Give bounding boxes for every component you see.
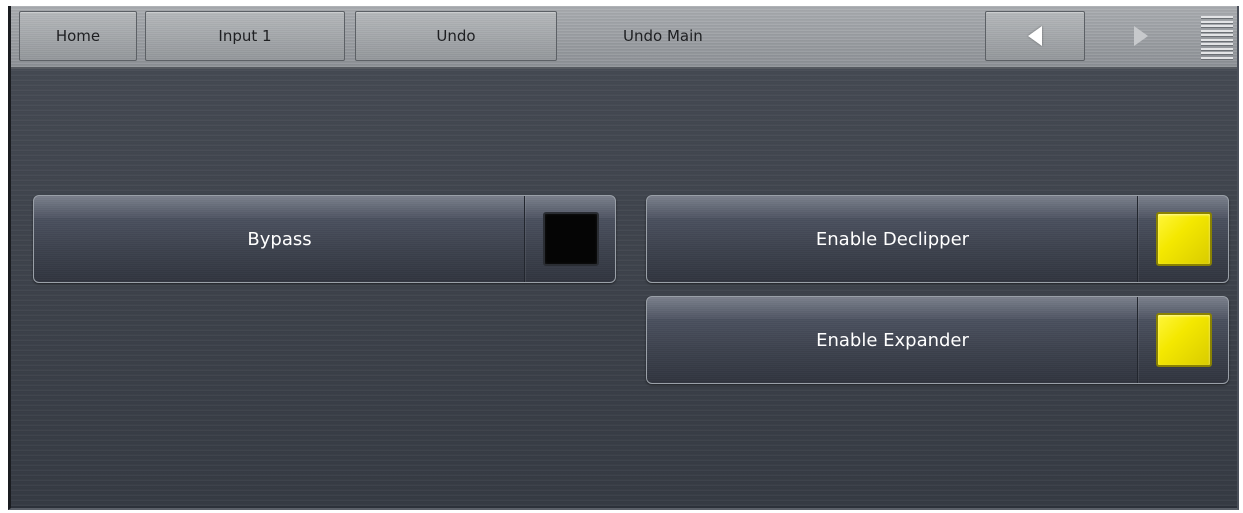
current-page-title: Undo Main xyxy=(623,27,703,45)
input-button[interactable]: Input 1 xyxy=(145,11,345,61)
button-divider xyxy=(524,196,525,282)
home-button[interactable]: Home xyxy=(19,11,137,61)
enable-expander-label: Enable Expander xyxy=(816,329,969,351)
home-button-label: Home xyxy=(55,27,101,45)
right-arrow-icon xyxy=(1134,26,1148,46)
declipper-indicator xyxy=(1156,212,1212,266)
enable-declipper-toggle-button[interactable]: Enable Declipper xyxy=(646,195,1229,283)
button-divider xyxy=(1137,297,1138,383)
menu-icon[interactable] xyxy=(1201,16,1233,60)
undo-button[interactable]: Undo xyxy=(355,11,557,61)
button-divider xyxy=(1137,196,1138,282)
top-navigation-bar: Home Input 1 Undo Undo Main xyxy=(11,6,1237,69)
app-window: Home Input 1 Undo Undo Main Bypass Enabl… xyxy=(8,6,1239,510)
undo-button-label: Undo xyxy=(436,27,476,45)
left-arrow-icon xyxy=(1028,26,1042,46)
back-button[interactable] xyxy=(985,11,1085,61)
input-button-label: Input 1 xyxy=(218,27,272,45)
bypass-label: Bypass xyxy=(247,228,312,250)
forward-button[interactable] xyxy=(1091,11,1191,61)
expander-indicator xyxy=(1156,313,1212,367)
enable-expander-toggle-button[interactable]: Enable Expander xyxy=(646,296,1229,384)
bypass-indicator xyxy=(543,212,599,266)
enable-declipper-label: Enable Declipper xyxy=(815,228,970,250)
main-panel: Bypass Enable Declipper Enable Expander xyxy=(11,69,1237,506)
bypass-toggle-button[interactable]: Bypass xyxy=(33,195,616,283)
